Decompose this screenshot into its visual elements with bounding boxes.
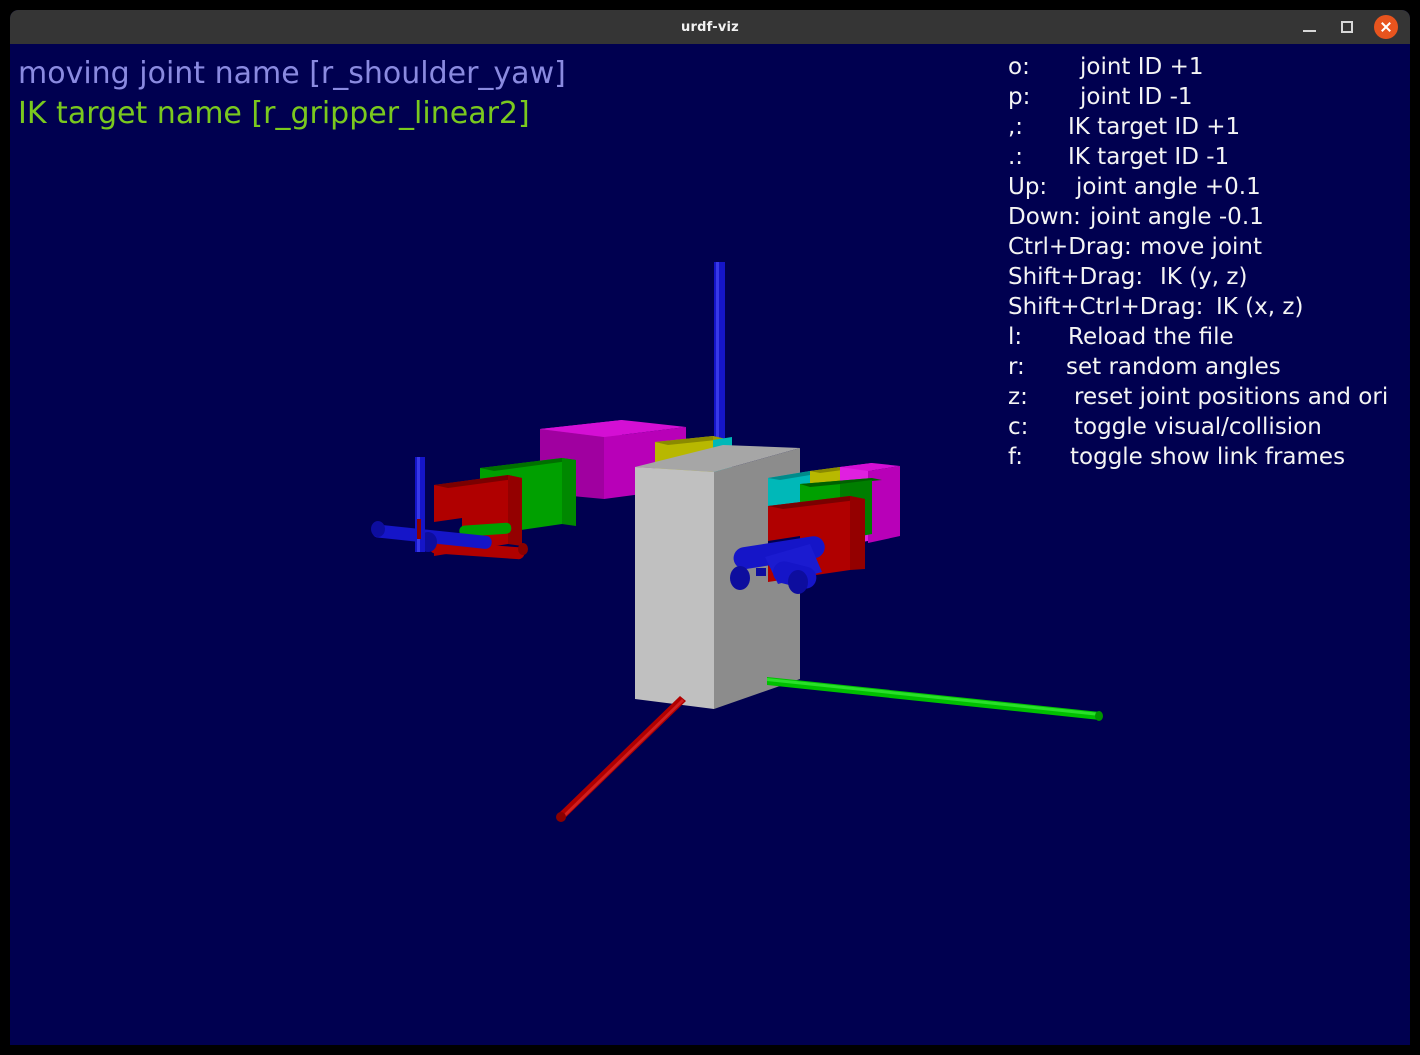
help-row: o: joint ID +1: [1008, 52, 1410, 82]
help-row: .: IK target ID -1: [1008, 142, 1410, 172]
minimize-button[interactable]: [1298, 16, 1320, 38]
help-row: Shift+Drag: IK (y, z): [1008, 262, 1410, 292]
help-description: joint angle -0.1: [1090, 204, 1264, 230]
help-description: joint ID +1: [1080, 54, 1204, 80]
help-key: Down:: [1008, 204, 1081, 230]
close-button[interactable]: [1374, 15, 1398, 39]
help-row: Down: joint angle -0.1: [1008, 202, 1410, 232]
help-key: r:: [1008, 354, 1025, 380]
maximize-button[interactable]: [1336, 16, 1358, 38]
help-description: Reload the file: [1068, 324, 1234, 350]
help-description: IK target ID -1: [1068, 144, 1230, 170]
help-description: reset joint positions and ori: [1074, 384, 1389, 410]
help-row: r: set random angles: [1008, 352, 1410, 382]
help-key: .:: [1008, 144, 1024, 170]
help-description: set random angles: [1066, 354, 1281, 380]
world-x-axis: [556, 696, 686, 822]
help-key: Ctrl+Drag:: [1008, 234, 1132, 260]
titlebar[interactable]: urdf-viz: [10, 10, 1410, 44]
help-description: toggle show link frames: [1070, 444, 1346, 470]
minimize-icon: [1302, 29, 1316, 32]
help-key: c:: [1008, 414, 1029, 440]
help-key: ,:: [1008, 114, 1024, 140]
maximize-icon: [1341, 21, 1353, 33]
help-key: f:: [1008, 444, 1024, 470]
urdf-viz-window: urdf-viz moving joint name [r_shoulder_y…: [10, 10, 1410, 1045]
help-description: IK target ID +1: [1068, 114, 1241, 140]
close-icon: [1380, 21, 1392, 33]
help-description: toggle visual/collision: [1074, 414, 1322, 440]
help-row: z: reset joint positions and ori: [1008, 382, 1410, 412]
help-row: f: toggle show link frames: [1008, 442, 1410, 472]
help-row: Shift+Ctrl+Drag: IK (x, z): [1008, 292, 1410, 322]
help-description: IK (x, z): [1216, 294, 1304, 320]
keyboard-help-overlay: o: joint ID +1 p: joint ID -1,: IK target ID…: [1008, 52, 1410, 472]
status-overlay: moving joint name [r_shoulder_yaw] IK ta…: [18, 54, 566, 134]
help-key: Shift+Drag:: [1008, 264, 1144, 290]
help-row: p: joint ID -1: [1008, 82, 1410, 112]
help-key: p:: [1008, 84, 1031, 110]
help-key: Shift+Ctrl+Drag:: [1008, 294, 1204, 320]
help-description: joint ID -1: [1080, 84, 1193, 110]
world-y-axis: [767, 677, 1103, 721]
ik-target-name-label: IK target name [r_gripper_linear2]: [18, 96, 530, 131]
help-row: c: toggle visual/collision: [1008, 412, 1410, 442]
help-key: l:: [1008, 324, 1023, 350]
help-key: o:: [1008, 54, 1030, 80]
window-title: urdf-viz: [681, 19, 739, 35]
help-description: joint angle +0.1: [1076, 174, 1261, 200]
help-row: Up: joint angle +0.1: [1008, 172, 1410, 202]
moving-joint-name-label: moving joint name [r_shoulder_yaw]: [18, 56, 566, 91]
help-row: Ctrl+Drag: move joint: [1008, 232, 1410, 262]
help-key: Up:: [1008, 174, 1048, 200]
help-row: l: Reload the file: [1008, 322, 1410, 352]
window-controls: [1298, 10, 1398, 44]
help-key: z:: [1008, 384, 1028, 410]
3d-viewport[interactable]: moving joint name [r_shoulder_yaw] IK ta…: [10, 44, 1410, 1045]
help-description: IK (y, z): [1160, 264, 1248, 290]
help-row: ,: IK target ID +1: [1008, 112, 1410, 142]
world-z-axis: [714, 262, 725, 462]
help-description: move joint: [1140, 234, 1262, 260]
